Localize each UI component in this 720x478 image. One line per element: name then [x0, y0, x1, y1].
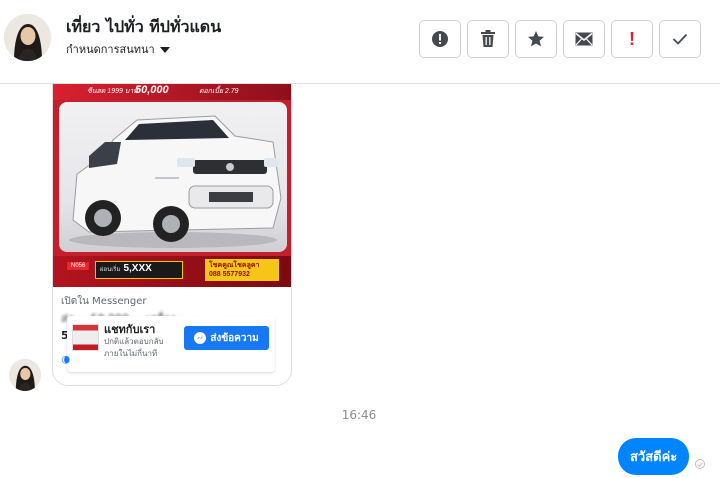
flag-icon: !	[629, 28, 635, 49]
chat-thumbnail	[72, 324, 99, 351]
delete-button[interactable]	[467, 20, 509, 58]
star-icon	[528, 31, 544, 47]
ad-contact-name: โชคคูณโชคลูคา	[209, 262, 260, 269]
mail-icon	[575, 32, 593, 46]
report-icon	[432, 31, 448, 47]
send-message-button[interactable]: ส่งข้อความ	[184, 326, 269, 350]
mark-done-button[interactable]	[659, 20, 701, 58]
chat-with-us-card[interactable]: แชทกับเรา ปกติแล้วตอบกลับภายในไม่กี่นาที…	[67, 316, 275, 372]
ad-tag: N056	[67, 262, 90, 270]
ad-contact-box: โชคคูณโชคลูคา 088 5577932	[205, 259, 279, 281]
send-message-label: ส่งข้อความ	[210, 332, 259, 344]
outgoing-message-text: สวัสดีค่ะ	[630, 450, 678, 465]
messenger-icon	[194, 332, 207, 344]
ad-strip-text: 50,000	[135, 84, 169, 96]
star-button[interactable]	[515, 20, 557, 58]
contact-avatar[interactable]	[4, 14, 51, 61]
ad-image: ซีนสด 1999 บาท 50,000 ดอกเบี้ย 2.79 N056…	[53, 84, 291, 287]
outgoing-message-bubble[interactable]: สวัสดีค่ะ	[618, 438, 690, 475]
contact-name[interactable]: เที่ยว ไปทั่ว ทีปทั่วแดน	[66, 15, 221, 40]
caret-down-icon	[159, 47, 170, 53]
mark-unread-button[interactable]	[563, 20, 605, 58]
ad-contact-phone: 088 5577932	[209, 271, 250, 278]
sender-avatar[interactable]	[9, 359, 41, 391]
conversation-settings-label: กำหนดการสนทนา	[66, 43, 155, 56]
conversation-settings-dropdown[interactable]: กำหนดการสนทนา	[66, 40, 170, 58]
flag-button[interactable]: !	[611, 20, 653, 58]
card-footer-icon: 🌘	[61, 356, 71, 366]
conversation-header: เที่ยว ไปทั่ว ทีปทั่วแดน กำหนดการสนทนา !	[0, 0, 720, 84]
report-button[interactable]	[419, 20, 461, 58]
sent-status-icon	[695, 459, 705, 469]
open-in-messenger-label: เปิดใน Messenger	[61, 296, 147, 307]
ad-price-value: 5,XXX	[123, 263, 152, 274]
ad-price-strip: ซีนสด 1999 บาท 50,000 ดอกเบี้ย 2.79	[53, 84, 291, 100]
ad-strip-text: ซีนสด 1999 บาท	[87, 88, 138, 95]
ad-strip-text: ดอกเบี้ย 2.79	[199, 88, 239, 95]
trash-icon	[481, 30, 495, 47]
pickup-truck-photo	[59, 102, 287, 252]
shared-post-card[interactable]: ซีนสด 1999 บาท 50,000 ดอกเบี้ย 2.79 N056…	[52, 84, 292, 386]
ad-price: ผ่อนเริ่ม 5,XXX	[95, 261, 183, 279]
message-timestamp: 16:46	[341, 408, 377, 422]
ad-price-prefix: ผ่อนเริ่ม	[100, 267, 121, 273]
check-icon	[672, 33, 688, 45]
chat-card-description: ปกติแล้วตอบกลับภายในไม่กี่นาที	[104, 337, 164, 358]
